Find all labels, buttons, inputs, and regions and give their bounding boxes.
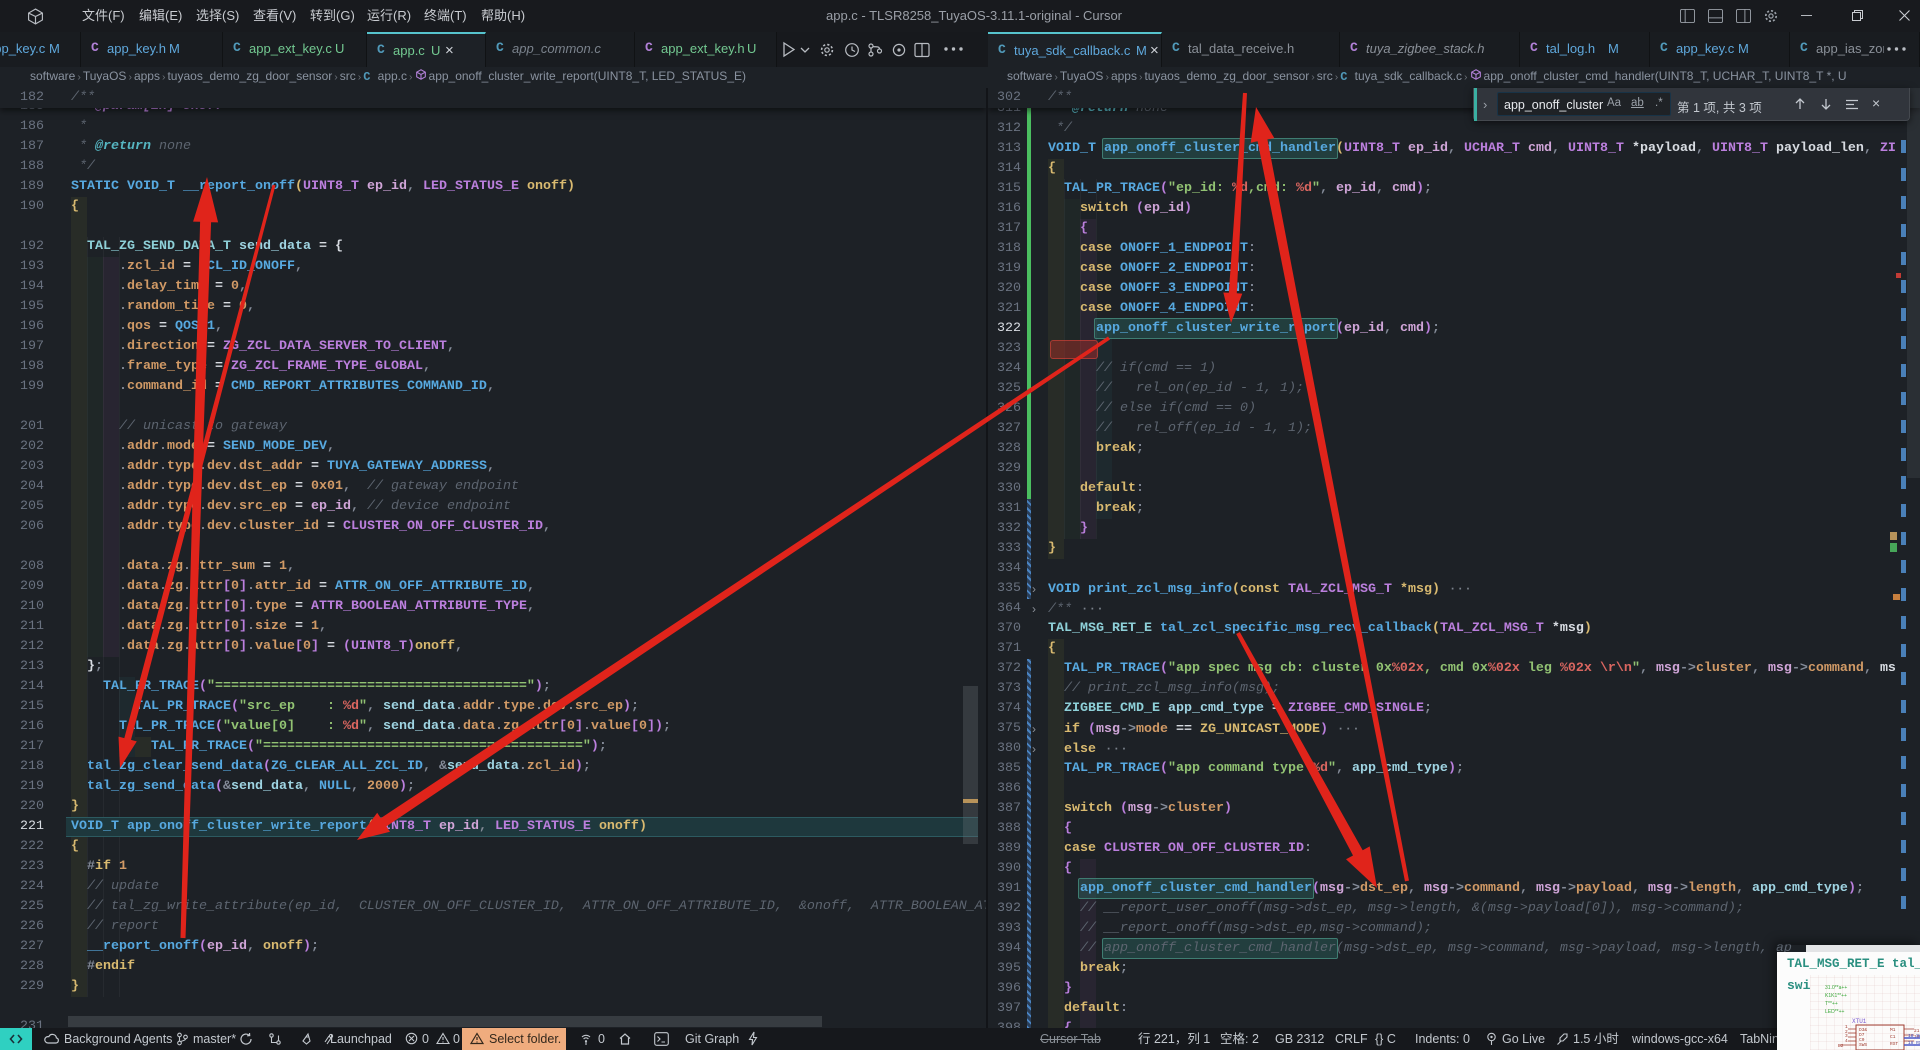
svg-text:31.0**a++: 31.0**a++ <box>1825 985 1847 991</box>
svg-text:RST: RST <box>1890 1041 1898 1047</box>
svg-text:M1: M1 <box>1890 1027 1896 1033</box>
svg-text:C1: C1 <box>1890 1034 1896 1040</box>
svg-text:B2: B2 <box>1838 1043 1844 1049</box>
svg-text:4: 4 <box>1845 1038 1848 1044</box>
svg-text:K1K1**++: K1K1**++ <box>1825 993 1847 999</box>
svg-text:18 SW1: 18 SW1 <box>1908 1033 1920 1039</box>
svg-text:LED**++: LED**++ <box>1825 1009 1845 1015</box>
svg-text:18 RST: 18 RST <box>1908 1040 1920 1046</box>
svg-text:XTU1: XTU1 <box>1852 1018 1867 1025</box>
svg-text:SWS: SWS <box>1859 1042 1867 1048</box>
svg-text:T**++: T**++ <box>1825 1001 1838 1007</box>
